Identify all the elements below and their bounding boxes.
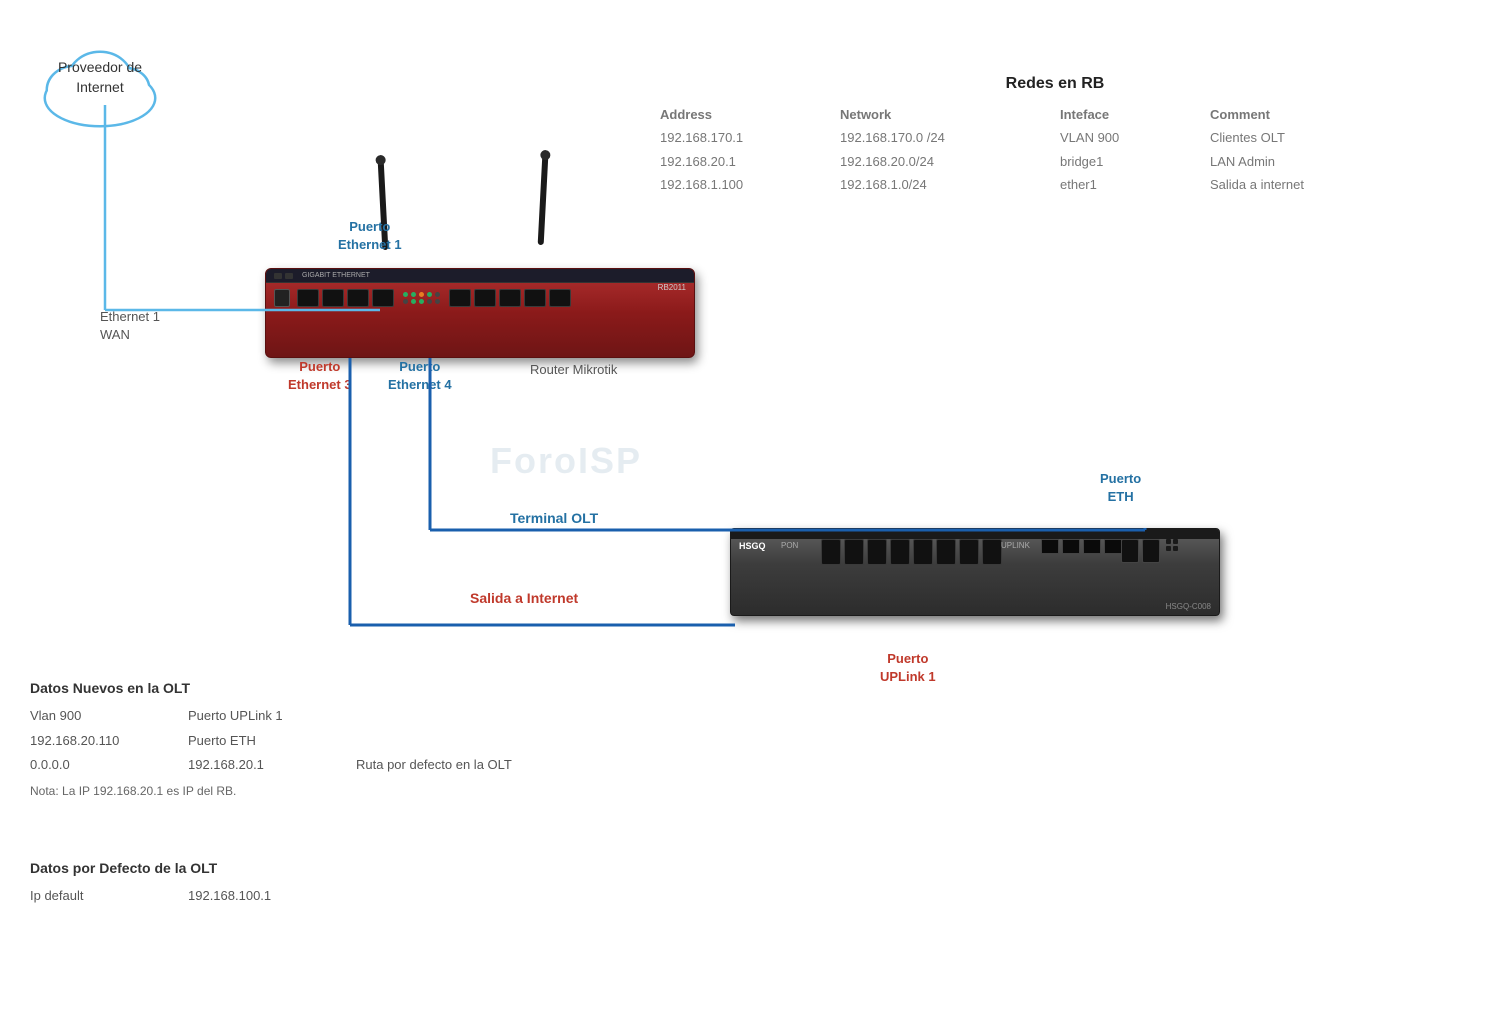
router-device: GIGABIT ETHERNET RB2011 xyxy=(265,268,695,358)
salida-internet-label: Salida a Internet xyxy=(470,590,578,606)
network-table: Address Network Inteface Comment 192.168… xyxy=(660,103,1450,197)
puerto-eth1-label: Puerto Ethernet 1 xyxy=(338,218,402,254)
olt-sfp-5 xyxy=(913,539,933,565)
router-port-eth2 xyxy=(322,289,344,307)
olt-sfp-7 xyxy=(959,539,979,565)
table-cell: 192.168.1.100 xyxy=(660,173,840,196)
table-cell: Clientes OLT xyxy=(1210,126,1410,149)
col-header-interface: Inteface xyxy=(1060,103,1210,126)
olt-note: Nota: La IP 192.168.20.1 es IP del RB. xyxy=(30,780,730,803)
antenna-right xyxy=(540,155,546,245)
router-port-eth1 xyxy=(297,289,319,307)
olt-sfp-2 xyxy=(844,539,864,565)
router-port-eth6 xyxy=(474,289,496,307)
datos-nuevos-title: Datos Nuevos en la OLT xyxy=(30,680,730,696)
puerto-eth3-label: Puerto Ethernet 3 xyxy=(288,358,352,394)
olt-rj45-2 xyxy=(1062,539,1080,554)
olt-model-label: HSGQ-C008 xyxy=(1166,602,1211,611)
olt-eth-port-2 xyxy=(1142,539,1160,563)
router-port-eth5 xyxy=(449,289,471,307)
router-label-text: Router Mikrotik xyxy=(530,362,617,377)
col-header-address: Address xyxy=(660,103,840,126)
olt-sfp-3 xyxy=(867,539,887,565)
col-header-comment: Comment xyxy=(1210,103,1410,126)
watermark: ForoISP xyxy=(490,440,642,482)
router-port-eth9 xyxy=(549,289,571,307)
olt-device: HSGQ PON UPLINK HSGQ-C008 xyxy=(730,528,1220,616)
olt-rj45-3 xyxy=(1083,539,1101,554)
table-cell: 192.168.20.1 xyxy=(660,150,840,173)
isp-label: Proveedor de Internet xyxy=(30,58,170,97)
router-port-eth8 xyxy=(524,289,546,307)
table-cell: VLAN 900 xyxy=(1060,126,1210,149)
table-cell: 192.168.20.0/24 xyxy=(840,150,1060,173)
default-route-ip: 0.0.0.0 xyxy=(30,753,180,778)
router-led-panel xyxy=(403,292,440,304)
router-port-eth3 xyxy=(347,289,369,307)
table-cell: Salida a internet xyxy=(1210,173,1410,196)
table-cell: 192.168.1.0/24 xyxy=(840,173,1060,196)
olt-sfp-1 xyxy=(821,539,841,565)
puerto-uplink-value: Puerto UPLink 1 xyxy=(188,704,348,729)
olt-sfp-6 xyxy=(936,539,956,565)
default-route-desc: Ruta por defecto en la OLT xyxy=(356,753,730,778)
vlan-label: Vlan 900 xyxy=(30,704,180,729)
ip-default-value: 192.168.100.1 xyxy=(188,884,271,909)
col-header-network: Network xyxy=(840,103,1060,126)
table-cell: ether1 xyxy=(1060,173,1210,196)
puerto-eth-label: Puerto ETH xyxy=(1100,470,1141,506)
router-label: RB2011 xyxy=(658,283,686,292)
ip-olt-label: 192.168.20.110 xyxy=(30,729,180,754)
olt-eth-port xyxy=(1121,539,1139,563)
olt-sfp-8 xyxy=(982,539,1002,565)
olt-sfp-4 xyxy=(890,539,910,565)
puerto-uplink1-label: Puerto UPLink 1 xyxy=(880,650,936,686)
router-port-eth4 xyxy=(372,289,394,307)
network-table-title: Redes en RB xyxy=(660,75,1450,93)
router-port-eth7 xyxy=(499,289,521,307)
table-cell: LAN Admin xyxy=(1210,150,1410,173)
datos-defecto-section: Datos por Defecto de la OLT Ip default 1… xyxy=(30,860,271,909)
router-usb-port xyxy=(274,289,290,307)
wan-label: Ethernet 1 WAN xyxy=(100,308,160,344)
ip-default-label: Ip default xyxy=(30,884,180,909)
olt-rj45-1 xyxy=(1041,539,1059,554)
datos-nuevos-section: Datos Nuevos en la OLT Vlan 900 Puerto U… xyxy=(30,680,730,803)
table-cell: 192.168.170.0 /24 xyxy=(840,126,1060,149)
table-cell: 192.168.170.1 xyxy=(660,126,840,149)
default-route-gw: 192.168.20.1 xyxy=(188,753,348,778)
olt-rj45-4 xyxy=(1104,539,1122,554)
network-table-section: Redes en RB Address Network Inteface Com… xyxy=(660,75,1450,197)
table-cell: bridge1 xyxy=(1060,150,1210,173)
datos-defecto-title: Datos por Defecto de la OLT xyxy=(30,860,271,876)
terminal-olt-label: Terminal OLT xyxy=(510,510,598,526)
puerto-eth4-label: Puerto Ethernet 4 xyxy=(388,358,452,394)
puerto-eth-value: Puerto ETH xyxy=(188,729,348,754)
